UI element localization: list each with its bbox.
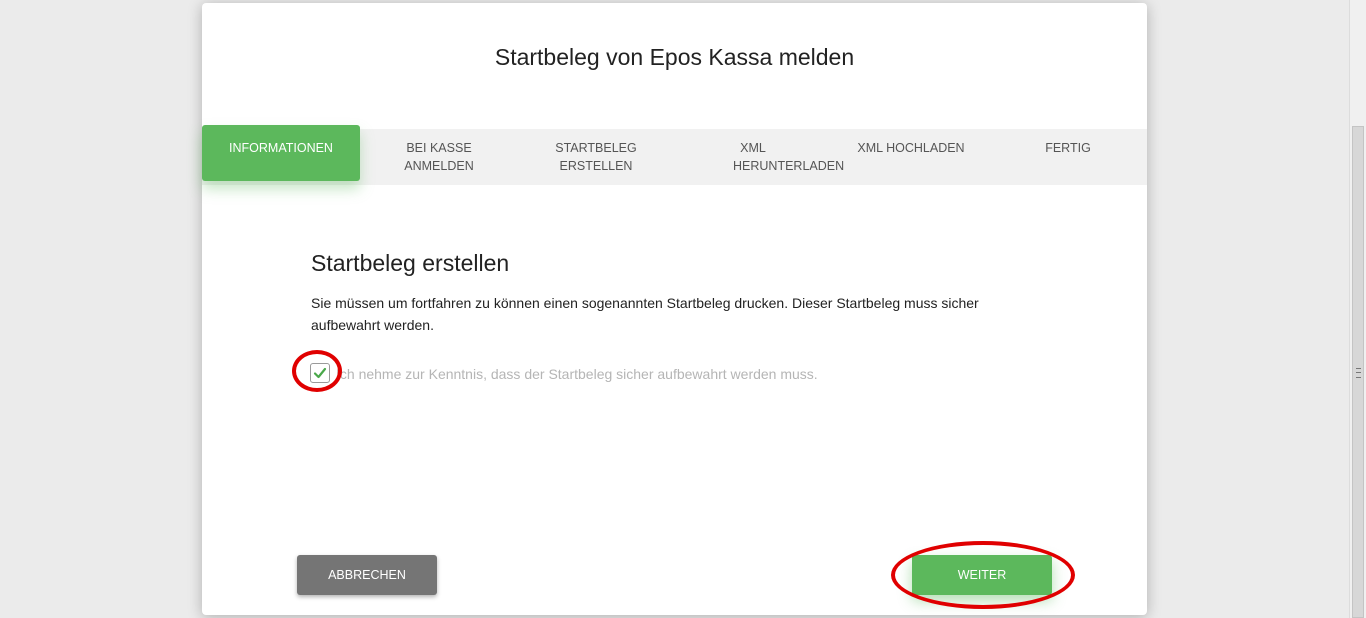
section-description: Sie müssen um fortfahren zu können einen… — [311, 295, 979, 333]
step-label-xml-herunterladen: XML HERUNTERLADEN — [733, 141, 845, 173]
step-xml-herunterladen[interactable]: XML HERUNTERLADEN — [674, 129, 845, 175]
page-scrollbar[interactable] — [1349, 0, 1366, 618]
step-startbeleg-erstellen[interactable]: STARTBELEG ERSTELLEN — [517, 129, 675, 175]
cancel-button[interactable]: ABBRECHEN — [297, 555, 437, 595]
dialog-title: Startbeleg von Epos Kassa melden — [494, 44, 855, 70]
acknowledge-label[interactable]: Ich nehme zur Kenntnis, dass der Startbe… — [336, 366, 818, 382]
scrollbar-thumb[interactable] — [1352, 126, 1364, 618]
step-informationen[interactable]: INFORMATIONEN — [202, 125, 360, 181]
grip-icon — [1356, 368, 1361, 378]
step-label-startbeleg: STARTBELEG ERSTELLEN — [555, 141, 637, 173]
stepper: INFORMATIONEN BEI KASSE ANMELDEN STARTBE… — [202, 125, 1147, 185]
step-bei-kasse-anmelden[interactable]: BEI KASSE ANMELDEN — [360, 129, 518, 175]
acknowledge-checkbox[interactable] — [310, 363, 330, 383]
section-heading: Startbeleg erstellen — [311, 250, 510, 276]
step-fertig[interactable]: FERTIG — [989, 129, 1147, 157]
step-xml-hochladen[interactable]: XML HOCHLADEN — [832, 129, 990, 157]
dialog: Startbeleg von Epos Kassa melden INFORMA… — [202, 3, 1147, 615]
step-label-bei-kasse: BEI KASSE ANMELDEN — [404, 141, 474, 173]
check-icon — [313, 367, 327, 379]
next-button[interactable]: WEITER — [912, 555, 1052, 595]
